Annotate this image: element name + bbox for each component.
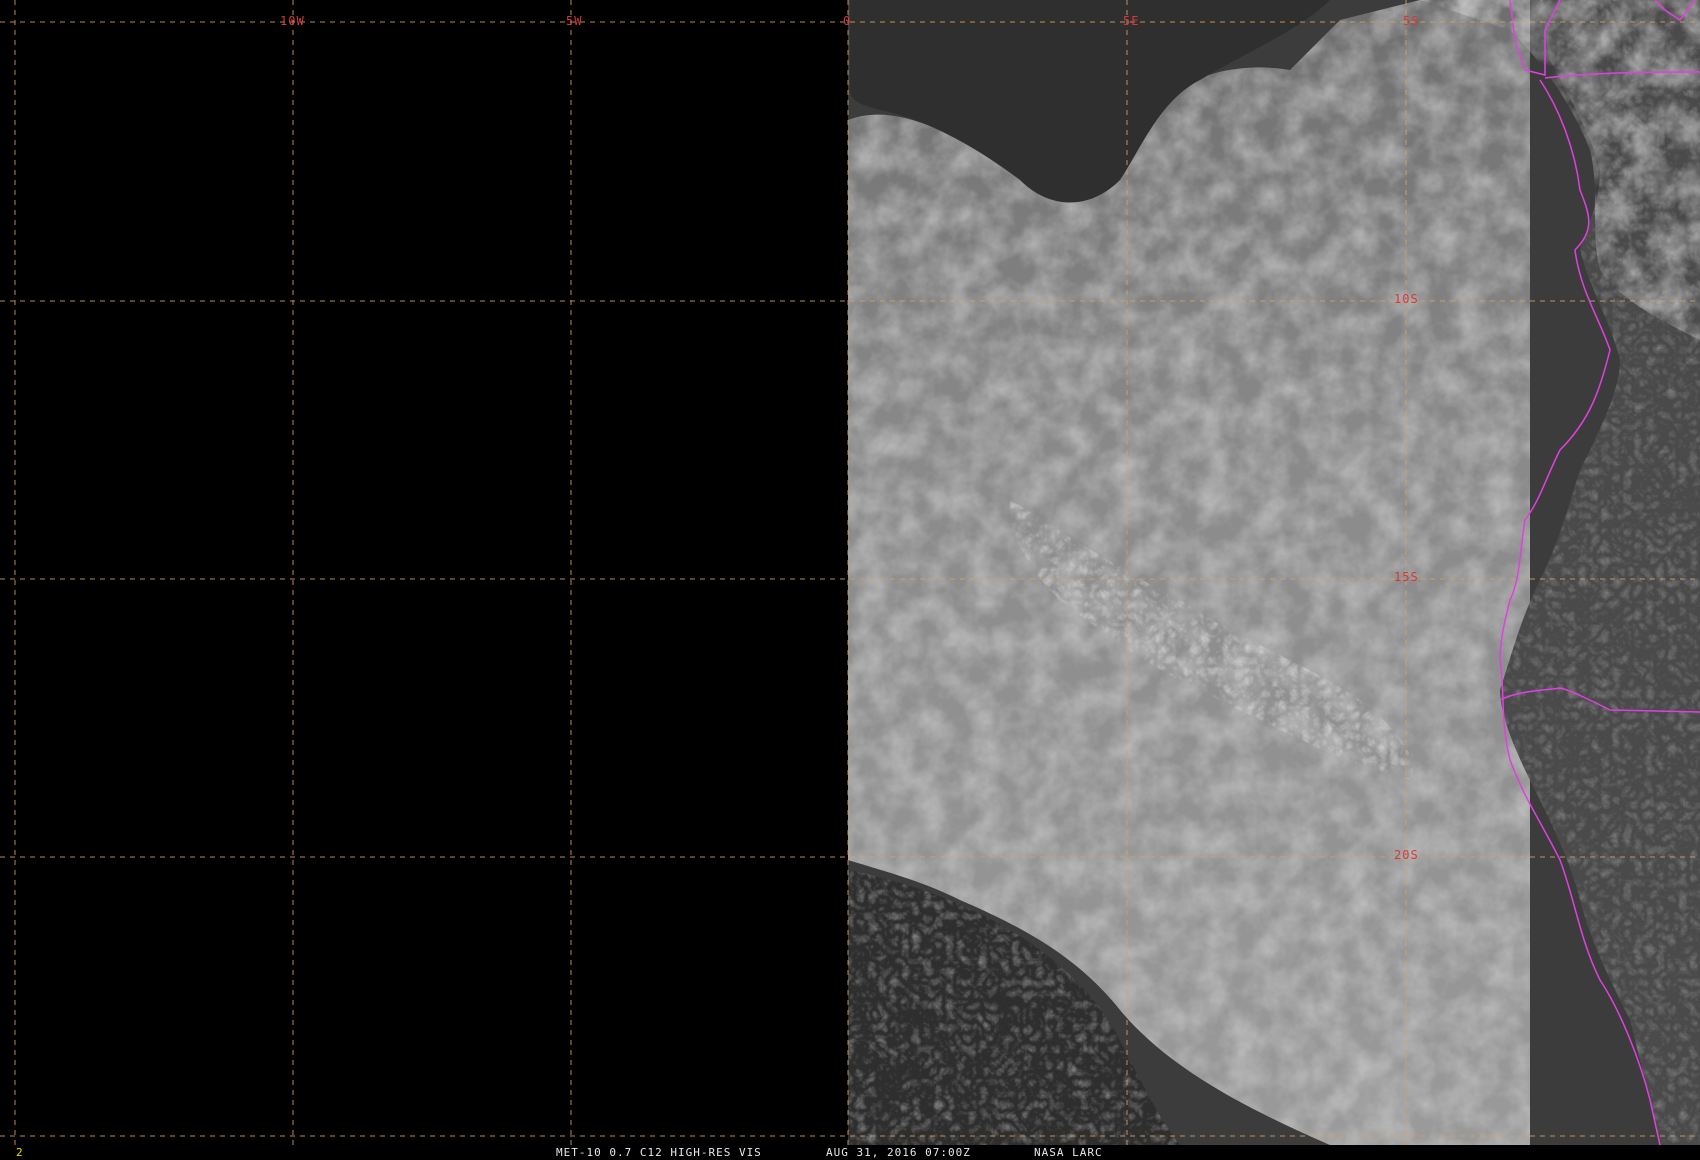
lat-label-15s: 15S <box>1394 570 1419 584</box>
status-bar: 2 MET-10 0.7 C12 HIGH-RES VIS AUG 31, 20… <box>0 1145 1700 1160</box>
satellite-map-viewport[interactable]: 10W 5W 0 5E 5S 10S 15S 20S <box>0 0 1700 1145</box>
image-datetime: AUG 31, 2016 07:00Z <box>826 1146 971 1159</box>
lat-label-10s: 10S <box>1394 292 1419 306</box>
lon-label-10w: 10W <box>280 14 305 28</box>
data-source: NASA LARC <box>1034 1146 1103 1159</box>
lon-label-5w: 5W <box>566 14 583 28</box>
frame-number: 2 <box>16 1146 24 1159</box>
product-name: MET-10 0.7 C12 HIGH-RES VIS <box>556 1146 762 1159</box>
satellite-image <box>0 0 1700 1145</box>
lon-label-0: 0 <box>843 14 852 28</box>
lon-label-5e: 5E <box>1123 14 1140 28</box>
lat-label-5s: 5S <box>1403 14 1420 28</box>
lat-label-20s: 20S <box>1394 848 1419 862</box>
daylight-region <box>848 0 1700 1145</box>
